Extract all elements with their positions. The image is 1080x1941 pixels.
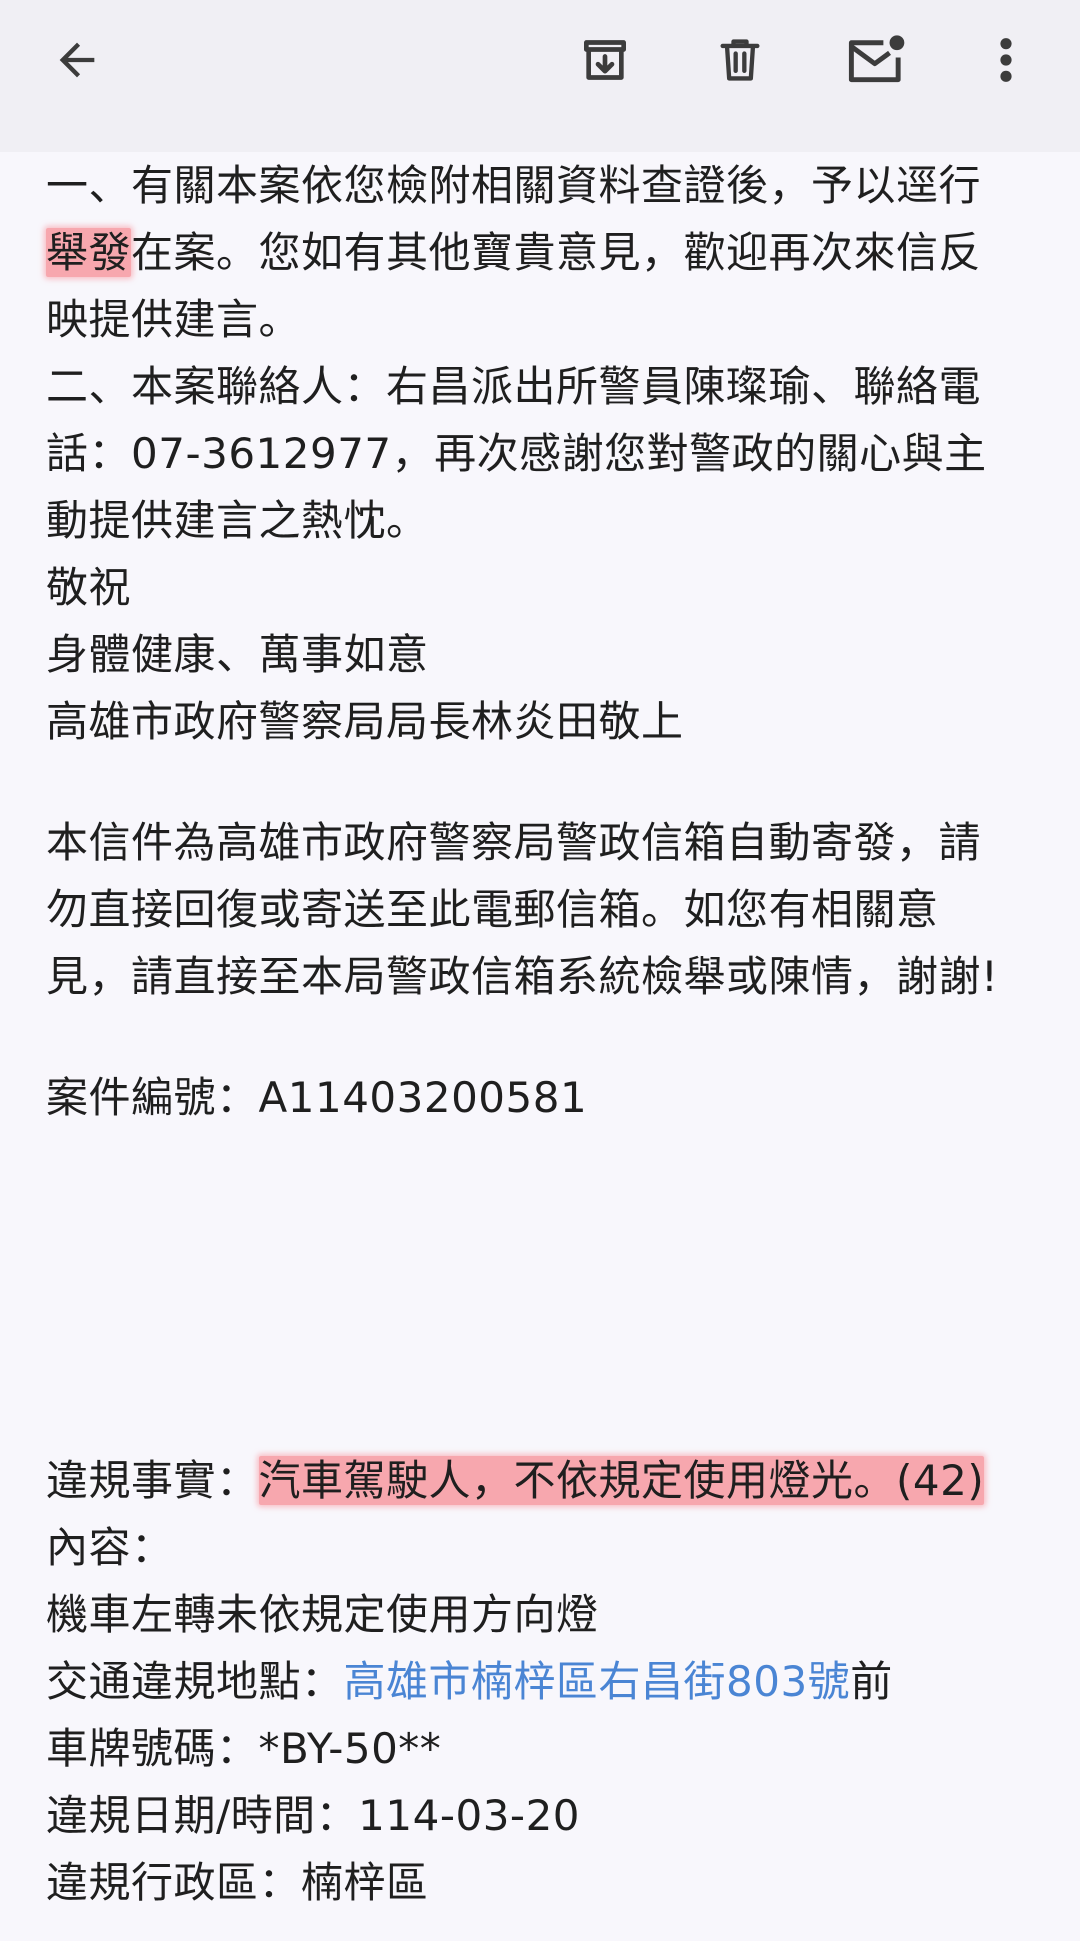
reply-paragraph-1-line-1: 一、有關本案依您檢附相關資料查證後，予以逕行 xyxy=(46,161,982,210)
auto-notice-line-1: 本信件為高雄市政府警察局警政信箱自動寄發，請 xyxy=(46,818,982,867)
reply-paragraph-2-line-3: 動提供建言之熱忱。 xyxy=(46,496,429,545)
reply-paragraph-2-line-2: 話：07-3612977，再次感謝您對警政的關心與主 xyxy=(46,429,987,478)
signature: 高雄市政府警察局局長林炎田敬上 xyxy=(46,697,684,746)
highlighted-phrase: 舉發 xyxy=(46,228,132,277)
auto-notice-line-3: 見，請直接至本局警政信箱系統檢舉或陳情，謝謝! xyxy=(46,952,999,1001)
plate-value: *BY-50** xyxy=(258,1724,442,1773)
archive-button[interactable] xyxy=(557,12,653,108)
reply-paragraph-1-line-3: 映提供建言。 xyxy=(46,295,302,344)
reply-paragraph-1-line-2: 舉發在案。您如有其他寶貴意見，歡迎再次來信反 xyxy=(46,219,1046,286)
email-body: 一、有關本案依您檢附相關資料查證後，予以逕行 舉發在案。您如有其他寶貴意見，歡迎… xyxy=(46,152,1046,1916)
violation-fact-value: 汽車駕駛人，不依規定使用燈光。(42) xyxy=(258,1456,985,1505)
mark-unread-button[interactable] xyxy=(828,12,924,108)
date-row: 違規日期/時間：114-03-20 xyxy=(46,1782,1046,1849)
content-label: 內容： xyxy=(46,1523,174,1572)
date-label: 違規日期/時間： xyxy=(46,1791,359,1840)
blank-area xyxy=(46,1131,1046,1447)
district-label: 違規行政區： xyxy=(46,1858,302,1907)
more-options-button[interactable] xyxy=(958,12,1054,108)
content-text: 機車左轉未依規定使用方向燈 xyxy=(46,1590,599,1639)
reply-paragraph-2-line-1: 二、本案聯絡人：右昌派出所警員陳璨瑜、聯絡電 xyxy=(46,362,982,411)
auto-notice-line-2: 勿直接回復或寄送至此電郵信箱。如您有相關意 xyxy=(46,885,939,934)
location-suffix: 前 xyxy=(850,1657,893,1706)
mail-unread-icon xyxy=(848,35,905,83)
reply-paragraph-1-line-2-text: 在案。您如有其他寶貴意見，歡迎再次來信反 xyxy=(131,228,982,277)
plate-label: 車牌號碼： xyxy=(46,1724,259,1773)
trash-icon xyxy=(720,39,760,81)
case-number-label: 案件編號： xyxy=(46,1073,259,1122)
violation-fact-row: 違規事實：汽車駕駛人，不依規定使用燈光。(42) xyxy=(46,1447,1046,1514)
location-link[interactable]: 高雄市楠梓區右昌街803號 xyxy=(344,1657,851,1706)
district-value: 楠梓區 xyxy=(301,1858,429,1907)
delete-button[interactable] xyxy=(692,12,788,108)
location-row: 交通違規地點：高雄市楠梓區右昌街803號前 xyxy=(46,1648,1046,1715)
back-button[interactable] xyxy=(29,12,125,108)
date-value: 114-03-20 xyxy=(358,1791,581,1840)
closing-wish: 身體健康、萬事如意 xyxy=(46,630,429,679)
arrow-left-icon xyxy=(59,42,95,78)
violation-fact-label: 違規事實： xyxy=(46,1456,259,1505)
top-app-bar xyxy=(0,0,1080,152)
more-vert-icon xyxy=(1000,38,1012,82)
case-number-row: 案件編號：A11403200581 xyxy=(46,1064,1046,1131)
closing-greeting: 敬祝 xyxy=(46,563,132,612)
archive-icon xyxy=(584,40,626,80)
location-label: 交通違規地點： xyxy=(46,1657,344,1706)
plate-row: 車牌號碼：*BY-50** xyxy=(46,1715,1046,1782)
district-row: 違規行政區：楠梓區 xyxy=(46,1849,1046,1916)
case-number-value: A11403200581 xyxy=(258,1073,588,1122)
